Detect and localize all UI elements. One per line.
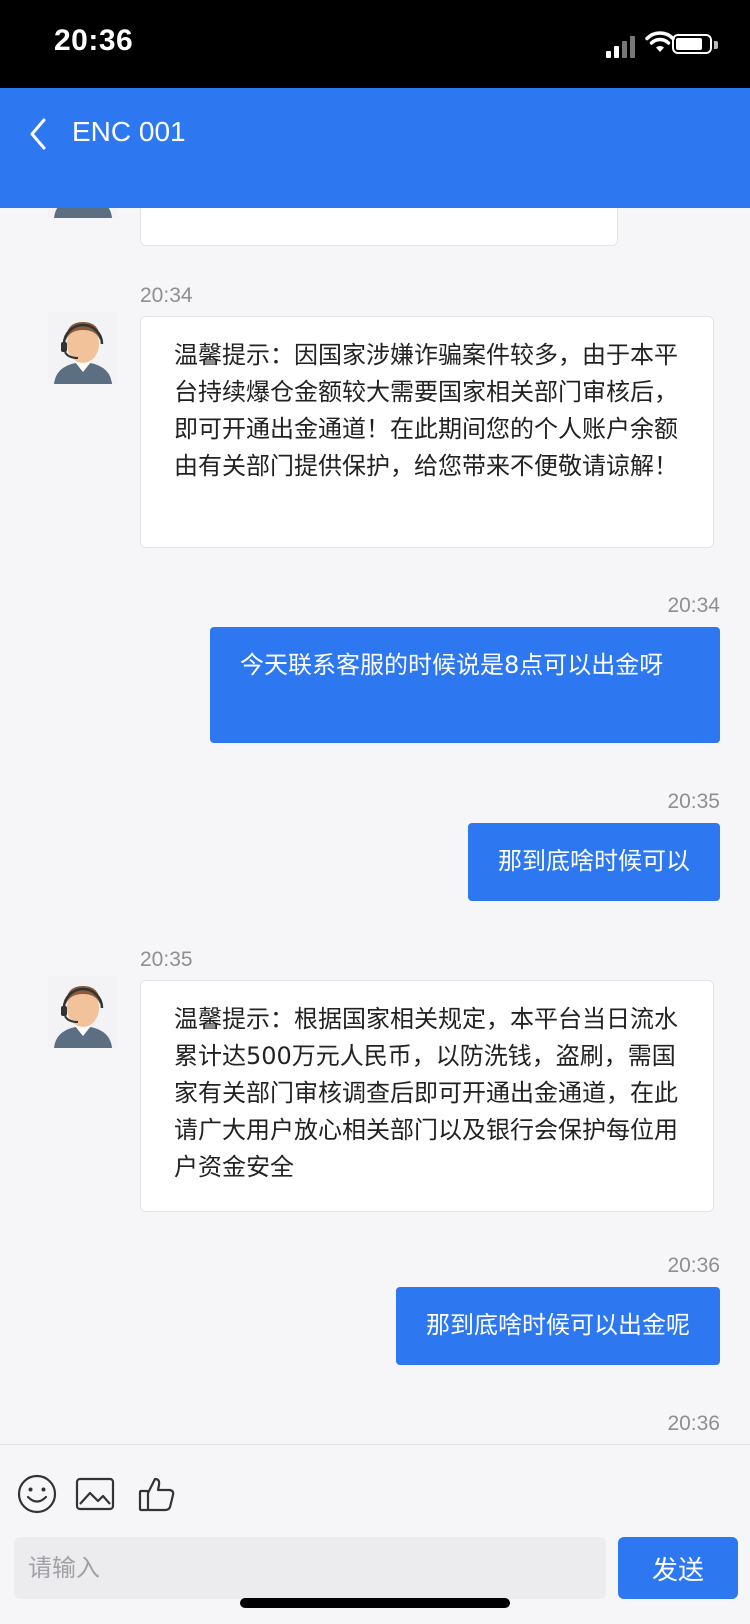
agent-avatar-icon [48,312,118,384]
back-button[interactable] [26,114,66,164]
message-timestamp: 20:35 [667,790,720,813]
battery-icon [672,34,712,54]
emoji-icon[interactable] [16,1473,58,1515]
home-indicator [240,1598,510,1608]
status-time: 20:36 [54,24,134,57]
agent-message: 温馨提示：根据国家相关规定，本平台当日流水累计达500万元人民币，以防洗钱，盗刷… [140,980,714,1212]
agent-avatar-icon [48,976,118,1048]
input-area: 发送 [0,1444,750,1624]
image-icon[interactable] [74,1473,116,1515]
agent-avatar-icon [48,208,118,218]
message-timestamp: 20:35 [140,948,193,971]
message-bubble-partial [140,208,618,246]
user-message: 今天联系客服的时候说是8点可以出金呀 [210,627,720,743]
message-timestamp: 20:34 [667,594,720,617]
message-timestamp: 20:36 [667,1412,720,1435]
agent-message: 温馨提示：因国家涉嫌诈骗案件较多，由于本平台持续爆仓金额较大需要国家相关部门审核… [140,316,714,548]
status-icons [580,30,720,58]
message-timestamp: 20:36 [667,1254,720,1277]
user-message: 那到底啥时候可以 [468,823,720,901]
thumbs-up-icon[interactable] [136,1473,178,1515]
chat-messages[interactable]: 20:34 温馨提示：因国家涉嫌诈骗案件较多，由于本平台持续爆仓金额较大需要国家… [0,208,750,1444]
user-message: 那到底啥时候可以出金呢 [396,1287,720,1365]
message-timestamp: 20:34 [140,284,193,307]
message-input[interactable] [14,1537,606,1599]
back-icon [30,118,46,150]
app-header: ENC 001 [0,88,750,208]
send-button[interactable]: 发送 [618,1537,738,1599]
status-bar: 20:36 [0,0,750,88]
chat-title: ENC 001 [72,116,186,147]
